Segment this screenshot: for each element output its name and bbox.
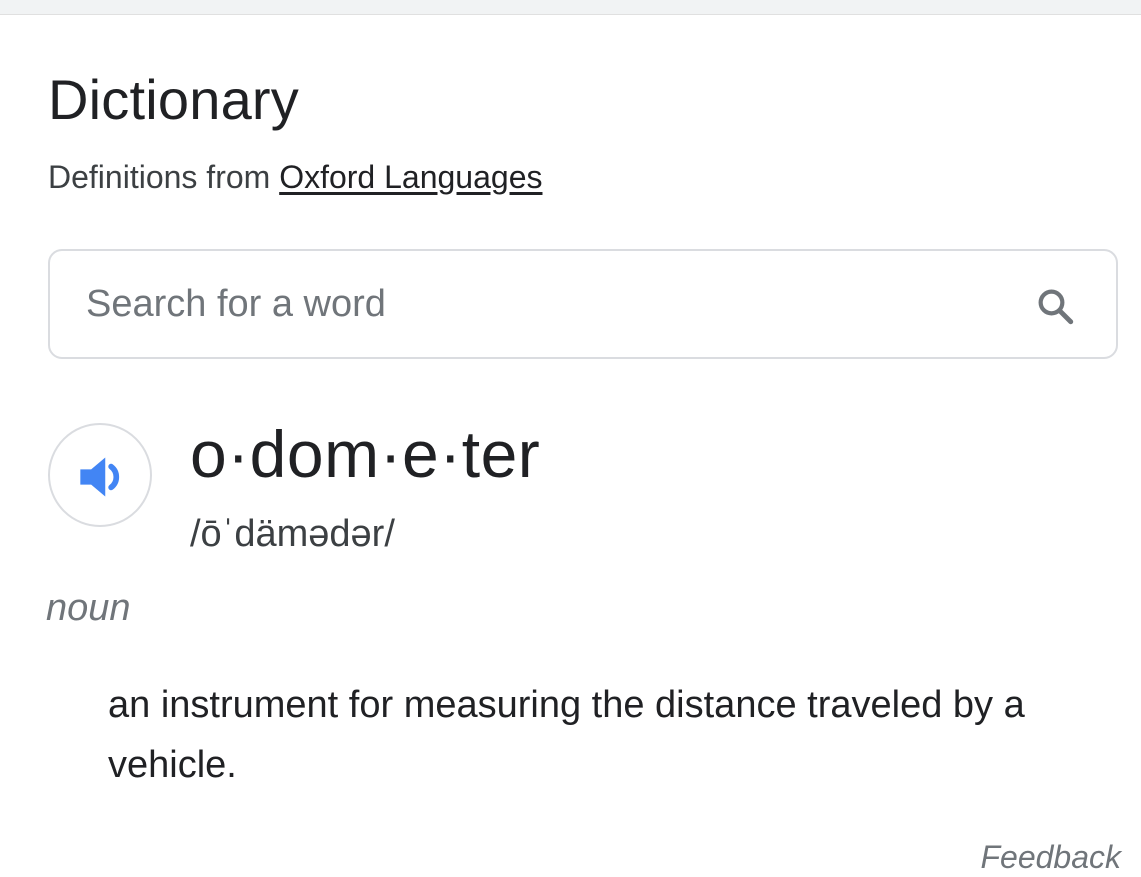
- word-search-box: [48, 249, 1118, 359]
- word-search-input[interactable]: [86, 251, 986, 357]
- feedback-link[interactable]: Feedback: [980, 837, 1121, 877]
- speaker-icon: [80, 457, 120, 497]
- headword: o·dom·e·ter: [190, 417, 541, 491]
- top-divider: [0, 0, 1141, 15]
- source-prefix: Definitions from: [48, 159, 271, 195]
- source-attribution: Definitions from Oxford Languages: [48, 157, 542, 197]
- oxford-languages-link[interactable]: Oxford Languages: [279, 159, 542, 195]
- definition-text: an instrument for measuring the distance…: [108, 684, 1025, 786]
- part-of-speech: noun: [46, 587, 131, 629]
- pronunciation-audio-button[interactable]: [48, 423, 152, 527]
- search-icon[interactable]: [1034, 285, 1076, 327]
- phonetic-spelling: /ōˈdämədər/: [190, 513, 395, 555]
- dictionary-card: Dictionary Definitions from Oxford Langu…: [0, 15, 1141, 875]
- dictionary-title: Dictionary: [48, 68, 299, 131]
